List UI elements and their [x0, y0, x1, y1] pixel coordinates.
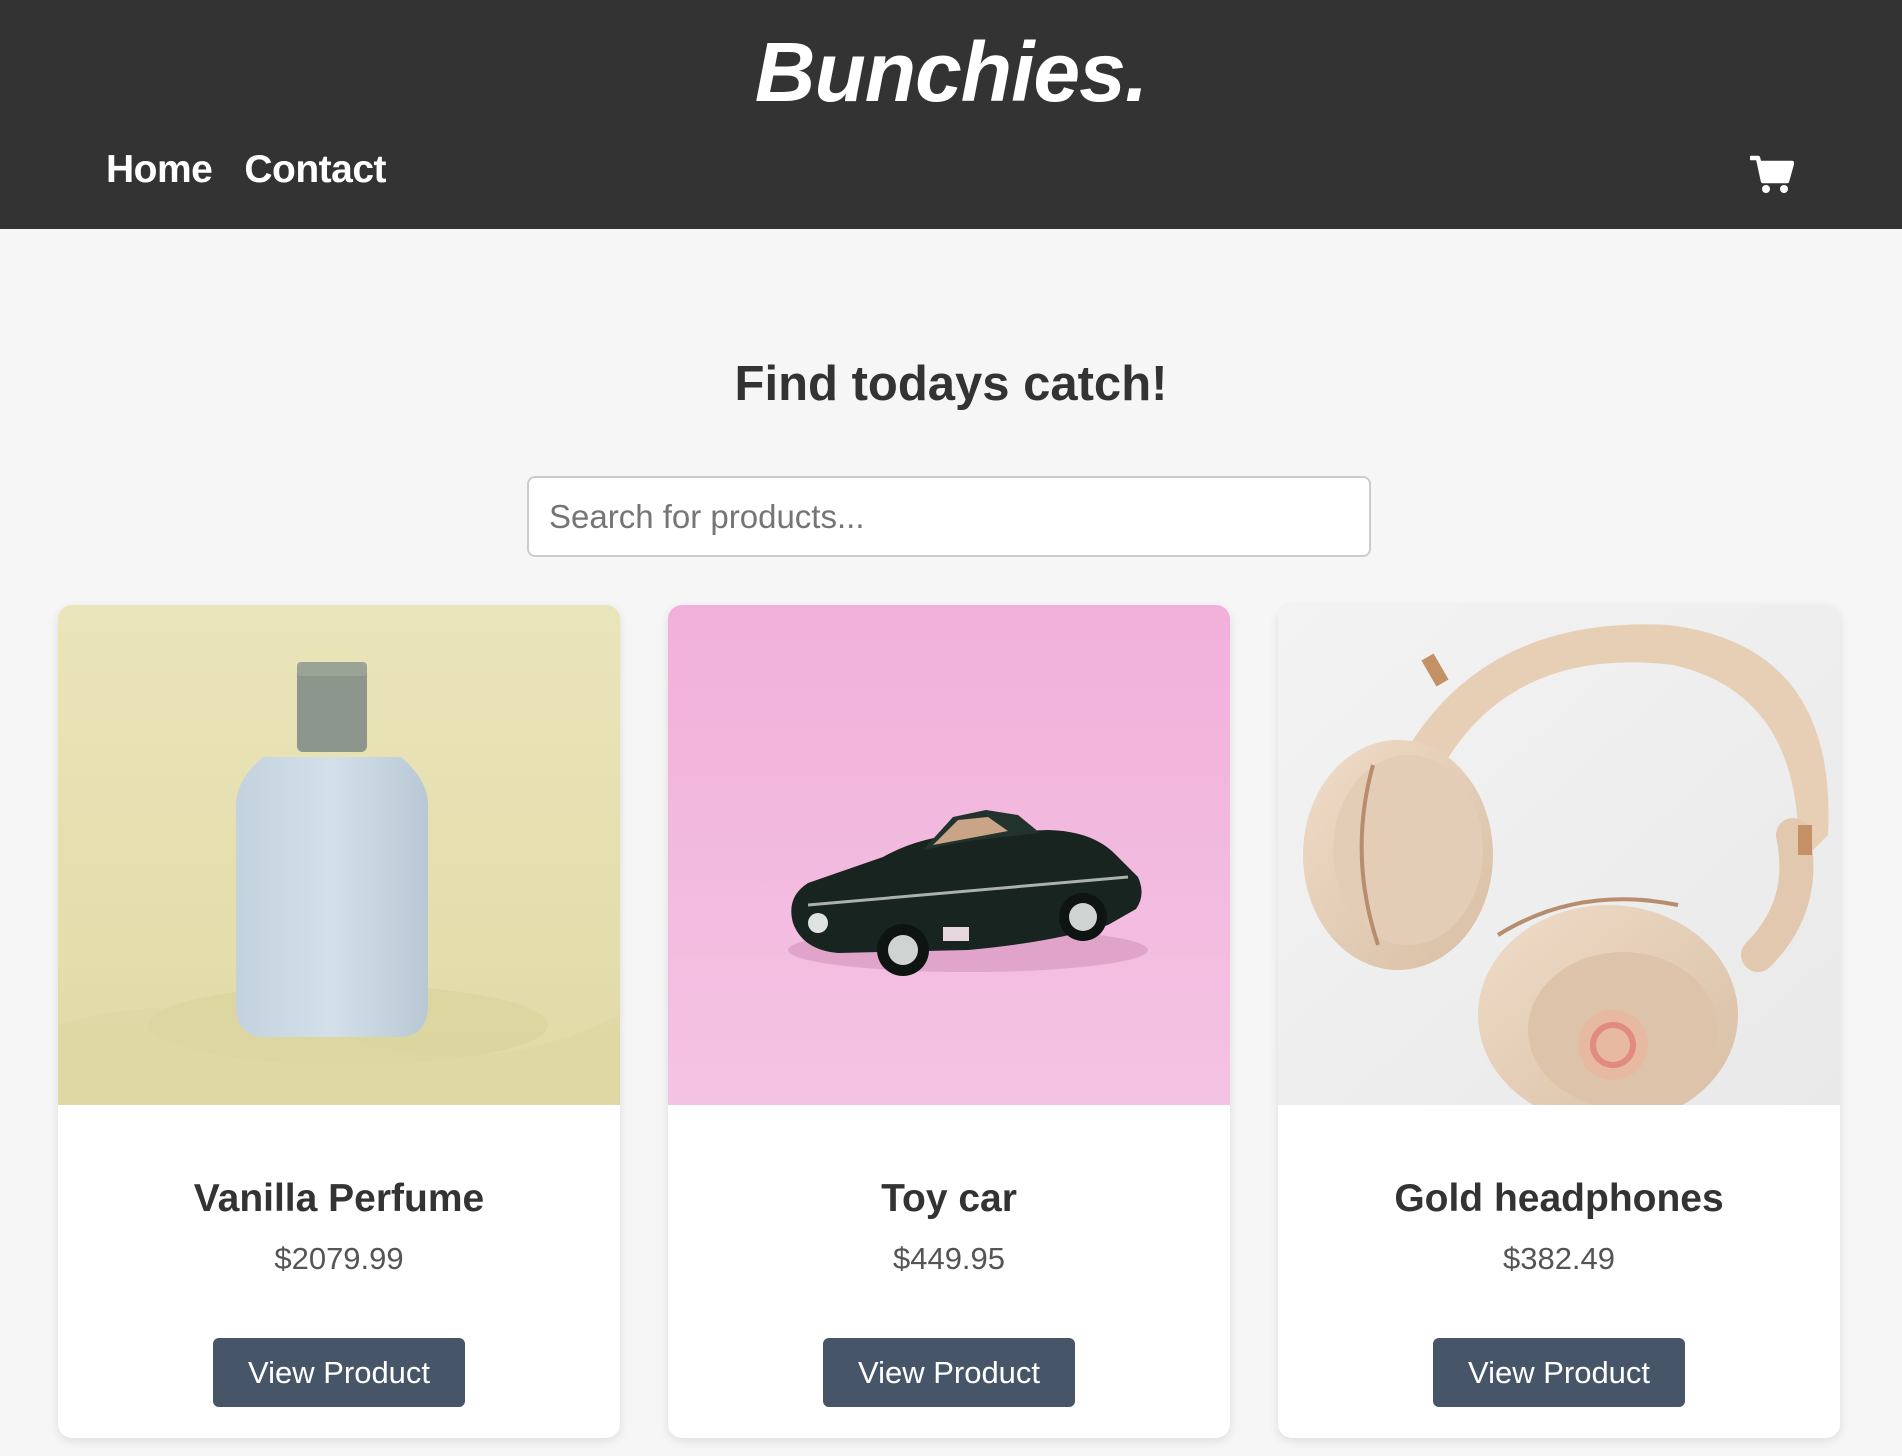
view-product-button[interactable]: View Product [1433, 1338, 1685, 1407]
view-product-button[interactable]: View Product [213, 1338, 465, 1407]
product-name: Vanilla Perfume [193, 1177, 485, 1220]
toy-car-image[interactable] [668, 605, 1230, 1105]
view-product-button[interactable]: View Product [823, 1338, 1075, 1407]
main-nav: Home Contact [106, 148, 387, 192]
product-card: Gold headphones $382.49 View Product [1278, 605, 1840, 1438]
product-card: Toy car $449.95 View Product [668, 605, 1230, 1438]
product-price: $2079.99 [274, 1241, 404, 1276]
brand-logo[interactable]: Bunchies. [0, 24, 1902, 121]
shopping-cart-icon[interactable] [1748, 154, 1795, 194]
perfume-bottle-image[interactable] [58, 605, 620, 1105]
page-headline: Find todays catch! [734, 357, 1168, 411]
headphones-image[interactable] [1278, 605, 1840, 1105]
nav-contact-link[interactable]: Contact [244, 148, 386, 192]
product-search-input[interactable] [527, 476, 1371, 557]
site-header: Bunchies. Home Contact [0, 0, 1902, 229]
product-name: Gold headphones [1394, 1177, 1724, 1220]
product-name: Toy car [881, 1177, 1017, 1220]
product-card: Vanilla Perfume $2079.99 View Product [58, 605, 620, 1438]
product-price: $382.49 [1502, 1241, 1616, 1276]
nav-home-link[interactable]: Home [106, 148, 213, 192]
product-price: $449.95 [892, 1241, 1006, 1276]
